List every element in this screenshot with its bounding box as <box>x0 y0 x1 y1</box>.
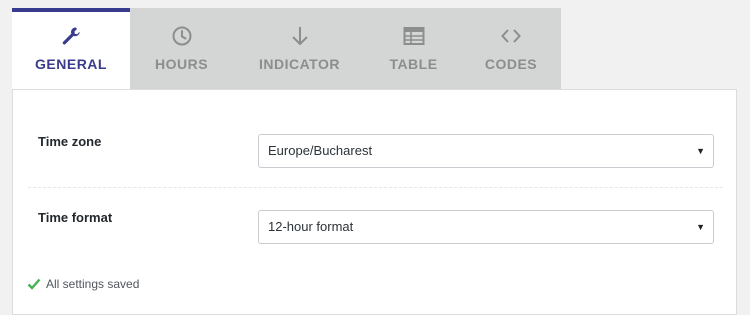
tab-indicator[interactable]: INDICATOR <box>233 8 366 89</box>
clock-icon <box>130 24 233 48</box>
dropdown-arrow-icon: ▼ <box>696 146 705 156</box>
timezone-label: Time zone <box>38 134 102 149</box>
row-divider <box>28 187 723 188</box>
table-icon <box>366 24 461 48</box>
tab-codes[interactable]: CODES <box>461 8 561 89</box>
wrench-icon <box>12 24 130 48</box>
tab-hours-label: HOURS <box>154 56 209 72</box>
save-status: All settings saved <box>27 277 139 291</box>
checkmark-icon <box>27 278 41 290</box>
tab-general[interactable]: GENERAL <box>12 8 130 89</box>
settings-tabs: GENERAL HOURS INDICATOR TABLE CODES <box>12 8 561 89</box>
dropdown-arrow-icon: ▼ <box>696 222 705 232</box>
tab-codes-label: CODES <box>484 56 538 72</box>
arrow-down-icon <box>233 24 366 48</box>
timeformat-select-value: 12-hour format <box>268 219 354 234</box>
tab-hours[interactable]: HOURS <box>130 8 233 89</box>
timeformat-label: Time format <box>38 210 113 225</box>
timezone-select-value: Europe/Bucharest <box>268 143 373 158</box>
tab-table[interactable]: TABLE <box>366 8 461 89</box>
code-icon <box>461 24 561 48</box>
tab-indicator-label: INDICATOR <box>259 56 340 72</box>
general-settings-panel: Time zone Europe/Bucharest ▼ Time format… <box>12 89 737 315</box>
save-status-text: All settings saved <box>46 277 140 291</box>
tab-general-label: GENERAL <box>35 56 107 72</box>
timezone-select[interactable]: Europe/Bucharest ▼ <box>258 134 714 168</box>
tab-table-label: TABLE <box>389 56 438 72</box>
timeformat-select[interactable]: 12-hour format ▼ <box>258 210 714 244</box>
